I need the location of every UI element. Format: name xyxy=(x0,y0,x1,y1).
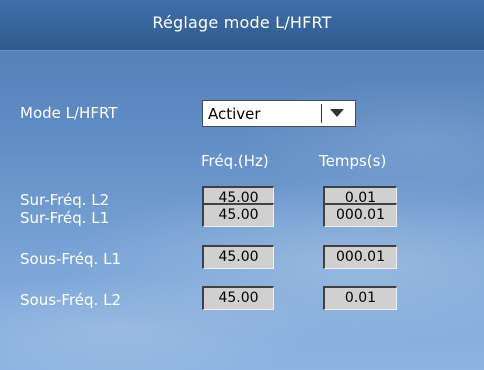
sur-freq-l1-time-input[interactable]: 000.01 xyxy=(323,203,397,227)
mode-selected-value: Activer xyxy=(208,105,261,123)
time-column-header: Temps(s) xyxy=(319,152,387,170)
chevron-down-icon[interactable] xyxy=(327,104,347,122)
mode-label: Mode L/HFRT xyxy=(20,104,118,122)
dropdown-divider xyxy=(321,104,322,123)
row-label-sur-freq-l2: Sur-Fréq. L2 xyxy=(20,191,110,209)
row-label-sous-freq-l1: Sous-Fréq. L1 xyxy=(20,250,121,268)
sous-freq-l2-time-input[interactable]: 0.01 xyxy=(323,286,397,310)
freq-column-header: Fréq.(Hz) xyxy=(201,152,269,170)
sur-freq-l1-freq-input[interactable]: 45.00 xyxy=(202,203,274,227)
title-bar: Réglage mode L/HFRT xyxy=(0,0,484,51)
sous-freq-l1-freq-input[interactable]: 45.00 xyxy=(202,245,274,269)
row-label-sous-freq-l2: Sous-Fréq. L2 xyxy=(20,291,121,309)
page-title: Réglage mode L/HFRT xyxy=(152,13,332,32)
sous-freq-l1-time-input[interactable]: 000.01 xyxy=(323,245,397,269)
mode-dropdown[interactable]: Activer xyxy=(202,100,356,127)
settings-screen: Réglage mode L/HFRT Mode L/HFRT Activer … xyxy=(0,0,484,370)
row-label-sur-freq-l1: Sur-Fréq. L1 xyxy=(20,209,110,227)
sous-freq-l2-freq-input[interactable]: 45.00 xyxy=(202,286,274,310)
